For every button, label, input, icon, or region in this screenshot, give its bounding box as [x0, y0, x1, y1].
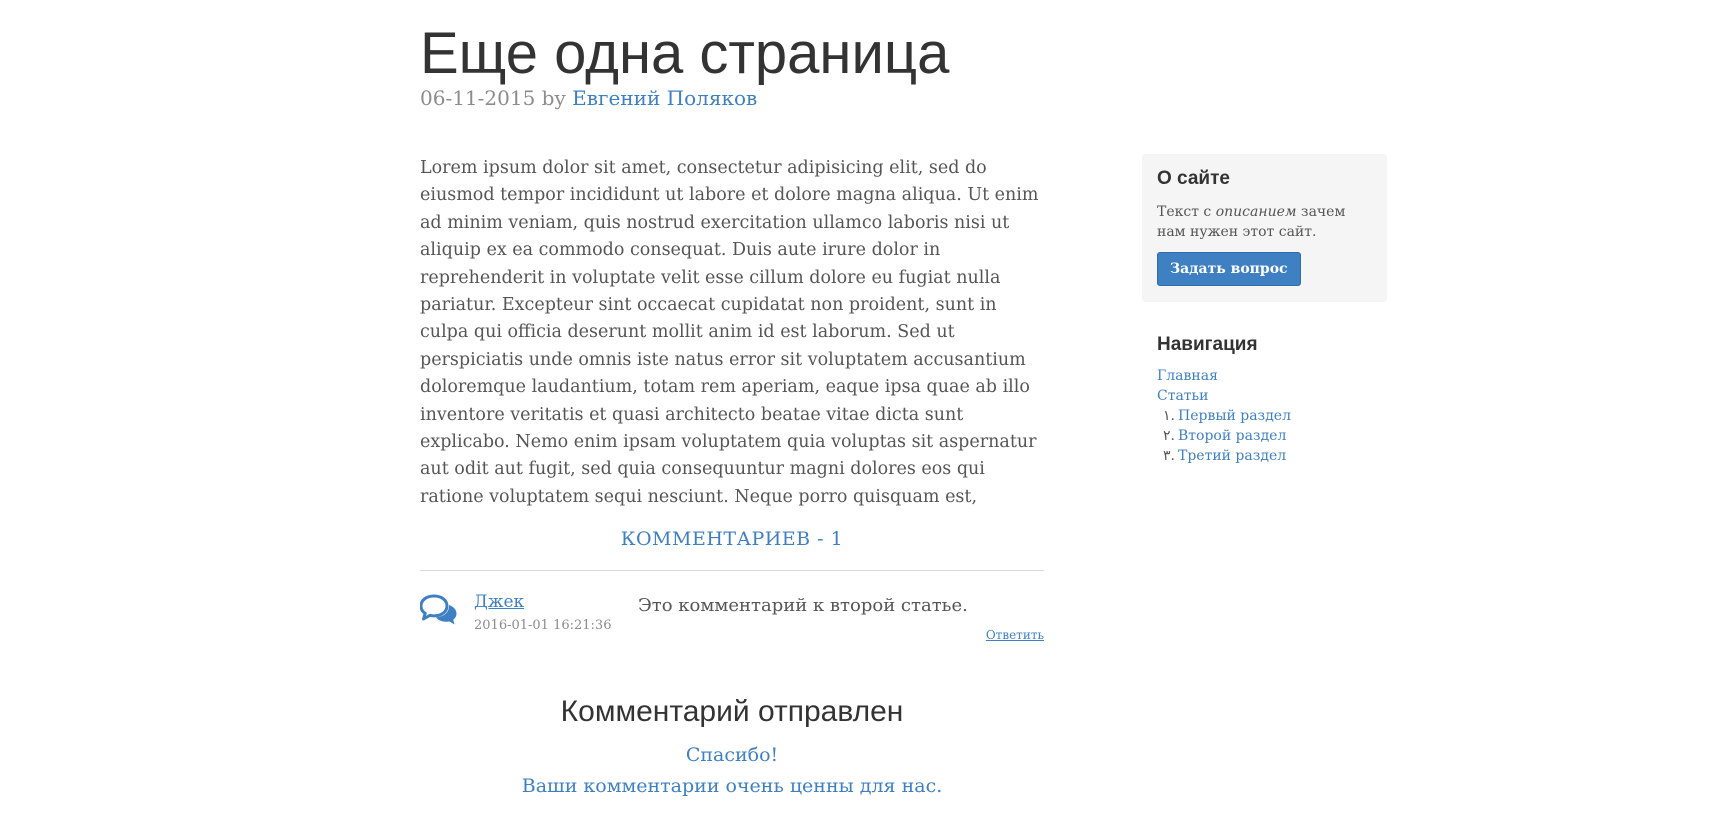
navigation-block: Навигация Главная Статьи ١. Первый раздел…	[1142, 334, 1387, 466]
article-body: Lorem ipsum dolor sit amet, consectetur …	[420, 158, 1039, 507]
navigation-title: Навигация	[1157, 334, 1258, 355]
nav-link-second-section[interactable]: Второй раздел	[1178, 428, 1286, 444]
nav-link-third-section[interactable]: Третий раздел	[1178, 448, 1286, 464]
navigation-list: Главная Статьи ١. Первый раздел ٢. Второй …	[1157, 366, 1387, 466]
nav-item-home: Главная	[1157, 366, 1387, 386]
post-date: 06-11-2015	[420, 86, 536, 110]
subitem-number: ١.	[1163, 408, 1175, 424]
page-title: Еще одна страница	[420, 21, 950, 86]
nav-item-articles: Статьи ١. Первый раздел ٢. Второй раздел ٣…	[1157, 386, 1387, 466]
comment-text: Это комментарий к второй статье.	[638, 595, 968, 616]
sidebar: О сайте Текст с описанием зачем нам нуже…	[1142, 154, 1387, 466]
reply-link[interactable]: Ответить	[986, 628, 1044, 642]
nav-subitem-third: ٣. Третий раздел	[1163, 446, 1387, 466]
comments-divider	[420, 570, 1044, 571]
comment-sent-thanks: Спасибо!	[685, 744, 779, 766]
comment-author-link[interactable]: Джек	[474, 592, 524, 612]
ask-question-button[interactable]: Задать вопрос	[1157, 252, 1301, 286]
comment-date: 2016-01-01 16:21:36	[474, 618, 612, 633]
about-text-emphasis: описанием	[1215, 204, 1297, 220]
comment-item: Джек 2016-01-01 16:21:36 Это комментарий…	[419, 588, 1044, 648]
nav-link-home[interactable]: Главная	[1157, 368, 1218, 384]
comments-icon	[419, 594, 458, 626]
comment-sent-message: Ваши комментарии очень ценны для нас.	[521, 775, 943, 797]
subitem-number: ٢.	[1163, 428, 1175, 444]
comments-count-header: КОММЕНТАРИЕВ - 1	[620, 528, 844, 550]
about-text-start: Текст с	[1157, 204, 1216, 220]
about-site-panel: О сайте Текст с описанием зачем нам нуже…	[1142, 154, 1387, 302]
post-author-link[interactable]: Евгений Поляков	[572, 86, 757, 110]
about-text: Текст с описанием зачем нам нужен этот с…	[1157, 202, 1372, 242]
nav-subitem-first: ١. Первый раздел	[1163, 406, 1387, 426]
nav-link-articles[interactable]: Статьи	[1157, 388, 1209, 404]
nav-link-first-section[interactable]: Первый раздел	[1178, 408, 1291, 424]
nav-subitem-second: ٢. Второй раздел	[1163, 426, 1387, 446]
post-meta: 06-11-2015 by Евгений Поляков	[420, 86, 757, 110]
articles-subsections: ١. Первый раздел ٢. Второй раздел ٣. Третий…	[1157, 406, 1387, 466]
about-title: О сайте	[1157, 168, 1230, 189]
subitem-number: ٣.	[1163, 448, 1175, 464]
post-by: by	[541, 86, 566, 110]
comment-sent-title: Комментарий отправлен	[560, 695, 904, 728]
